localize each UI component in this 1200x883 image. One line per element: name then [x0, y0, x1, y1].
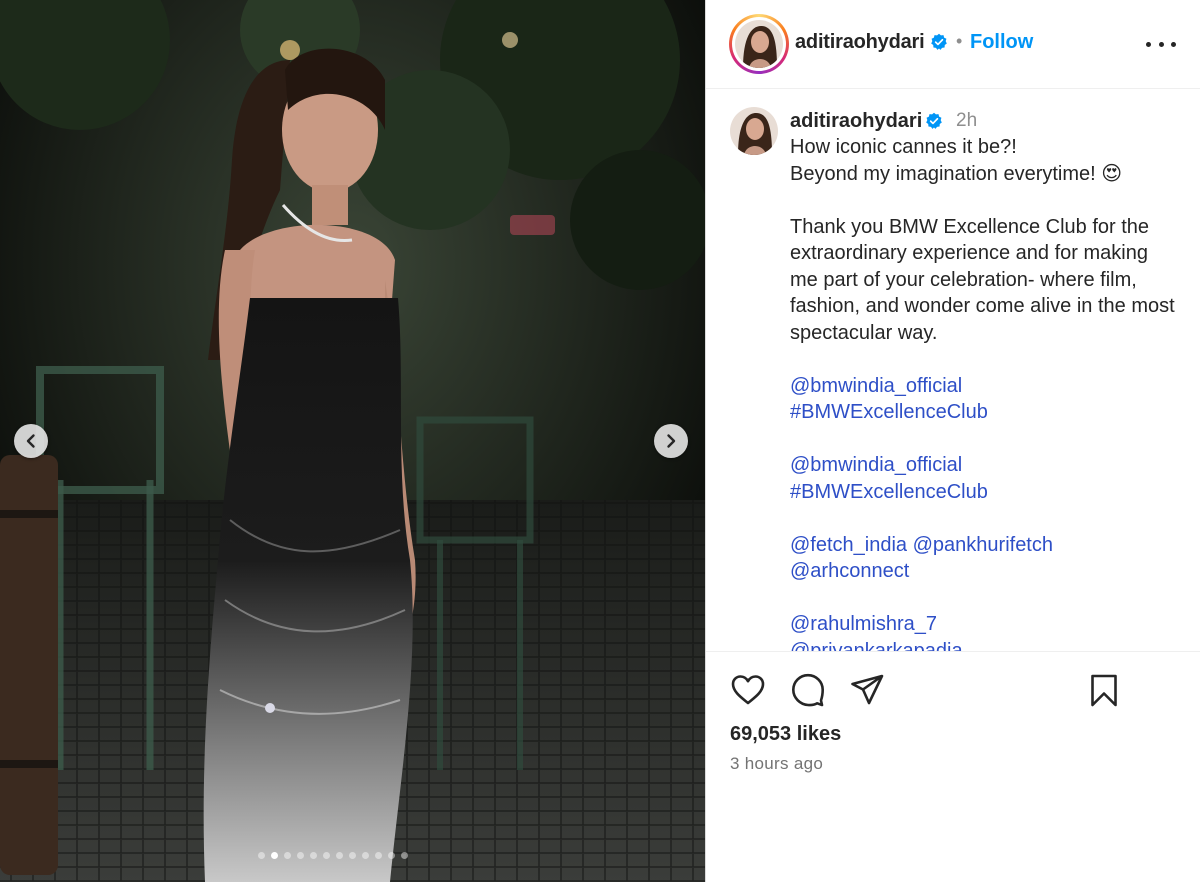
caption-line: Beyond my imagination everytime! 😍	[790, 162, 1123, 185]
carousel-dot	[271, 852, 278, 859]
save-button[interactable]	[1086, 672, 1122, 708]
carousel-dot	[375, 852, 382, 859]
heart-icon	[731, 675, 765, 705]
chevron-left-icon	[26, 434, 35, 448]
post-media[interactable]	[0, 0, 705, 882]
share-icon	[851, 674, 884, 705]
mention-link[interactable]: @rahulmishra_7	[790, 613, 937, 635]
carousel-dot	[336, 852, 343, 859]
carousel-indicator	[258, 852, 408, 859]
like-button[interactable]	[730, 672, 766, 708]
carousel-dot	[349, 852, 356, 859]
mention-link[interactable]: @bmwindia_official	[790, 454, 962, 476]
header-separator: •	[956, 31, 963, 51]
carousel-dot	[297, 852, 304, 859]
comment-icon	[792, 673, 824, 707]
mention-link[interactable]: @arhconnect	[790, 560, 909, 582]
carousel-next-button[interactable]	[654, 424, 688, 458]
caption-avatar[interactable]	[730, 107, 778, 155]
post-photo	[0, 0, 705, 882]
carousel-prev-button[interactable]	[14, 424, 48, 458]
more-horizontal-icon	[1146, 41, 1176, 47]
post-time-ago[interactable]: 3 hours ago	[730, 754, 823, 774]
story-ring[interactable]	[729, 14, 789, 74]
hashtag-link[interactable]: #BMWExcellenceClub	[790, 481, 988, 503]
instagram-post: aditiraohydari • Follow aditiraohydari 2…	[0, 0, 1200, 882]
carousel-dot	[401, 852, 408, 859]
avatar-image	[735, 20, 783, 68]
carousel-dot	[388, 852, 395, 859]
header-username[interactable]: aditiraohydari	[795, 31, 925, 54]
mention-link[interactable]: @fetch_india	[790, 534, 907, 556]
post-header: aditiraohydari • Follow	[706, 0, 1200, 89]
carousel-dot	[284, 852, 291, 859]
follow-button[interactable]: Follow	[970, 31, 1033, 54]
more-options-button[interactable]	[1146, 32, 1176, 56]
caption-timestamp[interactable]: 2h	[956, 110, 977, 132]
avatar[interactable]	[735, 20, 783, 68]
comment-button[interactable]	[790, 672, 826, 708]
carousel-dot	[258, 852, 265, 859]
avatar-image	[730, 107, 778, 155]
caption-username[interactable]: aditiraohydari	[790, 110, 922, 133]
likes-count[interactable]: 69,053 likes	[730, 723, 841, 746]
mention-link[interactable]: @pankhurifetch	[913, 534, 1053, 556]
verified-badge-icon	[925, 112, 943, 135]
caption-line: How iconic cannes it be?!	[790, 136, 1017, 158]
share-button[interactable]	[849, 672, 885, 708]
carousel-dot	[362, 852, 369, 859]
mention-link[interactable]: @bmwindia_official	[790, 375, 962, 397]
bookmark-icon	[1091, 674, 1117, 707]
post-actions: 69,053 likes 3 hours ago	[706, 651, 1200, 883]
mention-link[interactable]: @priyankarkapadia	[790, 640, 963, 652]
caption-section: aditiraohydari 2h How iconic cannes it b…	[706, 89, 1200, 651]
post-panel: aditiraohydari • Follow aditiraohydari 2…	[705, 0, 1200, 882]
caption-paragraph: Thank you BMW Excellence Club for the ex…	[790, 215, 1175, 344]
carousel-dot	[323, 852, 330, 859]
verified-badge-icon	[930, 33, 948, 56]
chevron-right-icon	[667, 434, 676, 448]
caption-text: How iconic cannes it be?! Beyond my imag…	[790, 134, 1180, 651]
carousel-dot	[310, 852, 317, 859]
hashtag-link[interactable]: #BMWExcellenceClub	[790, 401, 988, 423]
